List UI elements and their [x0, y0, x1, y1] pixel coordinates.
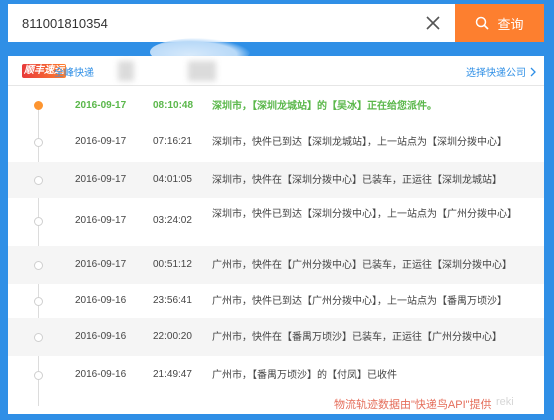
blurred-region [118, 61, 134, 81]
entry-date: 2016-09-16 [75, 331, 127, 342]
query-button[interactable]: 查询 [455, 4, 544, 42]
timeline-entry: 2016-09-16 23:56:41 广州市，快件已到达【广州分拨中心】，上一… [8, 284, 544, 318]
query-label: 查询 [497, 16, 524, 32]
tracking-number-input[interactable] [8, 4, 455, 42]
entry-time: 23:56:41 [153, 295, 192, 306]
timeline-entry: 2016-09-17 03:24:02 深圳市，快件已到达【深圳分拨中心】，上一… [8, 198, 544, 246]
timeline-dot [34, 176, 43, 185]
entry-description: 深圳市，快件在【深圳分拨中心】已装车，正运往【深圳龙城站】 [212, 175, 502, 186]
entry-date: 2016-09-17 [75, 136, 127, 147]
entry-time: 07:16:21 [153, 136, 192, 147]
entry-description: 深圳市，【深圳龙城站】的【吴冰】正在给您派件。 [212, 101, 437, 112]
data-source-watermark: 物流轨迹数据由"快递鸟API"提供 [334, 399, 492, 411]
entry-description: 广州市，快件已到达【广州分拨中心】，上一站点为【番禺万顷沙】 [212, 296, 507, 307]
entry-description: 广州市，快件在【番禺万顷沙】已装车，正运往【广州分拨中心】 [212, 332, 502, 343]
search-bar: 查询 [0, 0, 554, 46]
entry-time: 21:49:47 [153, 369, 192, 380]
timeline-entry: 2016-09-17 07:16:21 深圳市，快件已到达【深圳龙城站】，上一站… [8, 122, 544, 162]
entry-time: 22:00:20 [153, 331, 192, 342]
timeline-dot [34, 261, 43, 270]
timeline-dot [34, 217, 43, 226]
timeline-entry: 2016-09-16 22:00:20 广州市，快件在【番禺万顷沙】已装车，正运… [8, 318, 544, 356]
clear-button[interactable] [420, 10, 446, 36]
timeline-dot [34, 138, 43, 147]
entry-time: 04:01:05 [153, 174, 192, 185]
search-icon [476, 16, 490, 30]
entry-description: 广州市，【番禺万顷沙】的【付凤】已收件 [212, 370, 397, 381]
entry-date: 2016-09-17 [75, 100, 127, 111]
entry-date: 2016-09-16 [75, 369, 127, 380]
entry-description: 深圳市，快件已到达【深圳分拨中心】，上一站点为【广州分拨中心】 [212, 209, 517, 220]
entry-description: 深圳市，快件已到达【深圳龙城站】，上一站点为【深圳分拨中心】 [212, 137, 507, 148]
entry-date: 2016-09-17 [75, 174, 127, 185]
close-icon [426, 16, 440, 30]
blurred-region [188, 61, 216, 81]
timeline-dot [34, 297, 43, 306]
entry-date: 2016-09-17 [75, 259, 127, 270]
select-provider-link[interactable]: 选择快递公司 [466, 64, 536, 79]
timeline-entry: 2016-09-17 04:01:05 深圳市，快件在【深圳分拨中心】已装车，正… [8, 162, 544, 198]
timeline-dot [34, 333, 43, 342]
timeline-entry: 2016-09-16 21:49:47 广州市，【番禺万顷沙】的【付凤】已收件 [8, 356, 544, 394]
provider-name: 全峰快递 [54, 68, 94, 79]
entry-date: 2016-09-17 [75, 215, 127, 226]
select-provider-label: 选择快递公司 [466, 68, 526, 79]
entry-date: 2016-09-16 [75, 295, 127, 306]
timeline-entry: 2016-09-17 08:10:48 深圳市，【深圳龙城站】的【吴冰】正在给您… [8, 90, 544, 122]
tracking-timeline: 2016-09-17 08:10:48 深圳市，【深圳龙城站】的【吴冰】正在给您… [8, 86, 544, 414]
timeline-dot [34, 371, 43, 380]
chevron-right-icon [530, 67, 536, 76]
timeline-dot-current [34, 101, 43, 110]
provider-header: 顺丰速运 全峰快递 选择快递公司 [8, 56, 544, 86]
entry-time: 00:51:12 [153, 259, 192, 270]
timeline-entry: 2016-09-17 00:51:12 广州市，快件在【广州分拨中心】已装车，正… [8, 246, 544, 284]
watermark-trail: reki [496, 396, 514, 408]
entry-time: 03:24:02 [153, 215, 192, 226]
entry-description: 广州市，快件在【广州分拨中心】已装车，正运往【深圳分拨中心】 [212, 260, 512, 271]
entry-time: 08:10:48 [153, 100, 194, 111]
